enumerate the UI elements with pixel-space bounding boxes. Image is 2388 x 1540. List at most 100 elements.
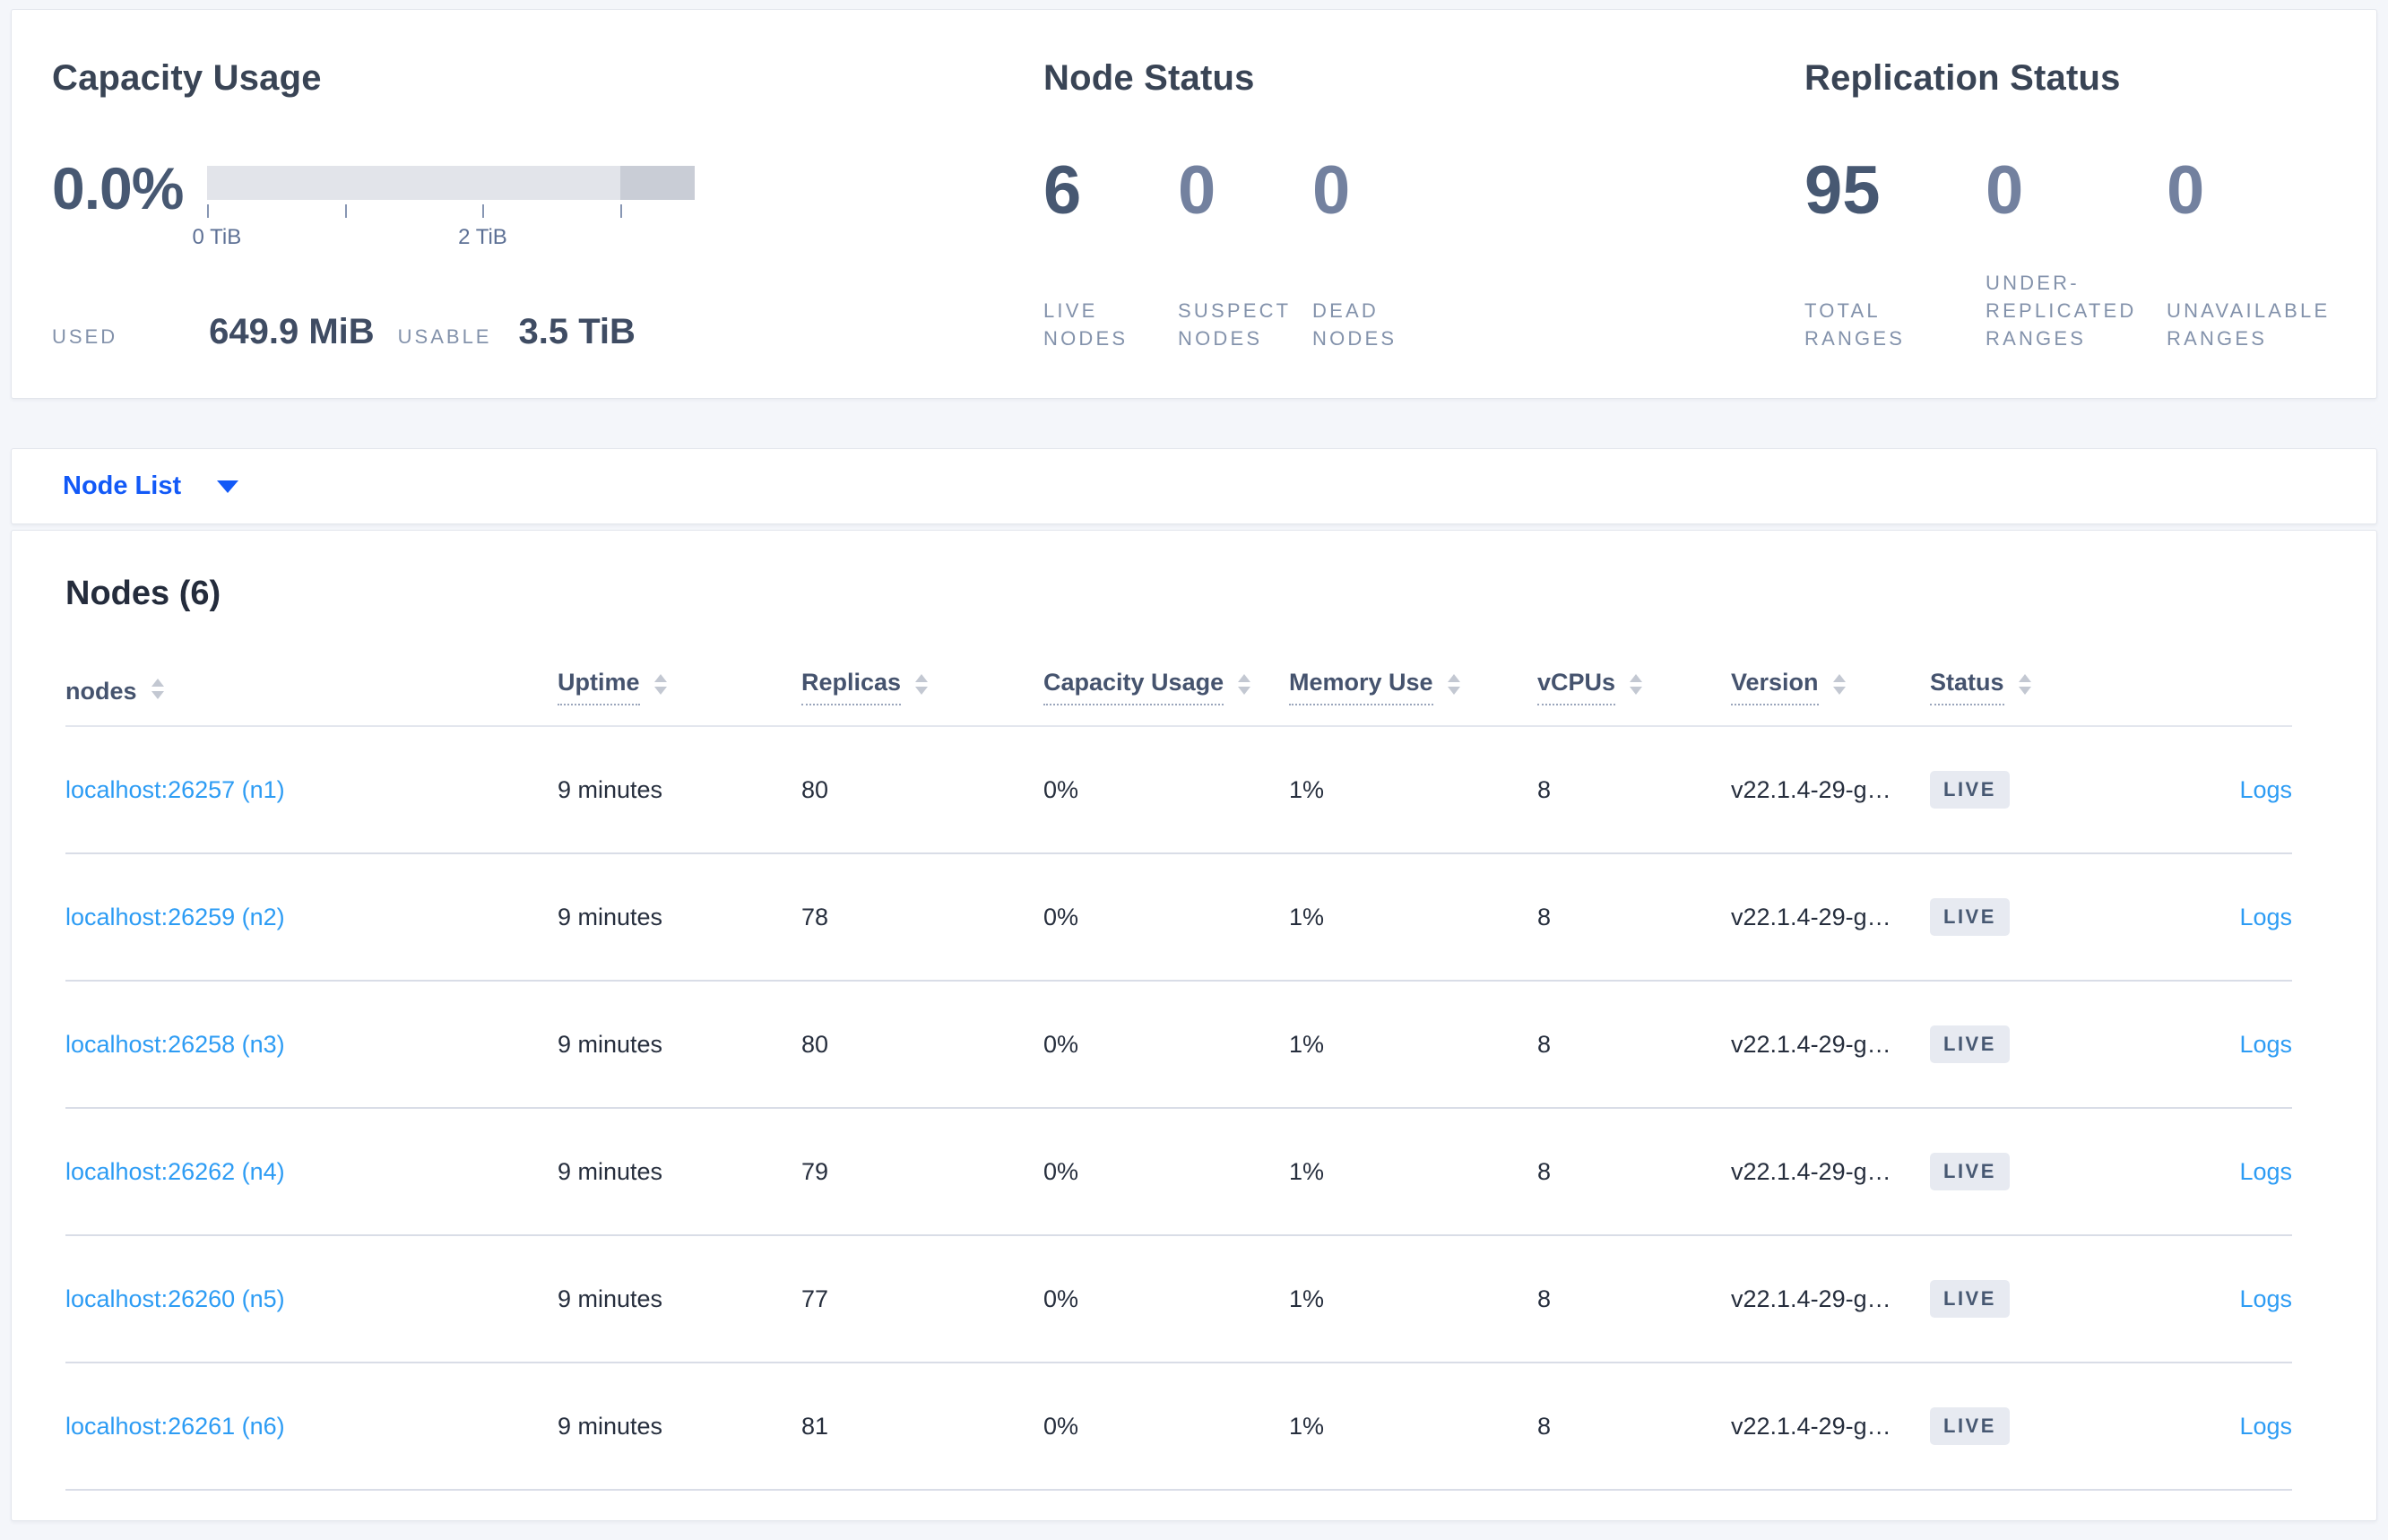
used-value: 649.9 MiB bbox=[209, 312, 375, 351]
logs-link[interactable]: Logs bbox=[2239, 776, 2292, 803]
memory-use-cell: 1% bbox=[1289, 726, 1537, 854]
logs-link[interactable]: Logs bbox=[2239, 1158, 2292, 1185]
capacity-usage-cell: 0% bbox=[1043, 726, 1289, 854]
capacity-usage-cell: 0% bbox=[1043, 1363, 1289, 1491]
used-label: USED bbox=[52, 325, 118, 348]
sort-icon[interactable] bbox=[653, 674, 667, 695]
column-header[interactable]: nodes bbox=[65, 669, 558, 727]
unavailable-ranges-stat: 0 UNAVAILABLE RANGES bbox=[2167, 157, 2348, 352]
usable-value: 3.5 TiB bbox=[518, 312, 636, 351]
node-link[interactable]: localhost:26259 (n2) bbox=[65, 904, 285, 930]
column-header[interactable]: vCPUs bbox=[1537, 669, 1731, 727]
column-header[interactable]: Version bbox=[1731, 669, 1930, 727]
status-badge: LIVE bbox=[1930, 771, 2010, 809]
column-header-label[interactable]: Memory Use bbox=[1289, 669, 1433, 705]
logs-link[interactable]: Logs bbox=[2239, 904, 2292, 930]
column-header-label[interactable]: Version bbox=[1731, 669, 1819, 705]
under-replicated-ranges-stat: 0 UNDER-REPLICATED RANGES bbox=[1986, 157, 2167, 352]
capacity-usage-cell: 0% bbox=[1043, 1235, 1289, 1363]
vcpus-cell: 8 bbox=[1537, 1235, 1731, 1363]
node-name-cell: localhost:26260 (n5) bbox=[65, 1235, 558, 1363]
sort-icon[interactable] bbox=[1630, 674, 1643, 695]
column-header-label[interactable]: Uptime bbox=[558, 669, 640, 705]
node-list-dropdown-label: Node List bbox=[63, 472, 182, 500]
node-link[interactable]: localhost:26258 (n3) bbox=[65, 1031, 285, 1058]
version-cell: v22.1.4-29-g… bbox=[1731, 1108, 1930, 1236]
sort-icon[interactable] bbox=[151, 679, 164, 699]
node-name-cell: localhost:26262 (n4) bbox=[65, 1108, 558, 1236]
column-header-label[interactable]: nodes bbox=[65, 678, 137, 705]
replication-status-section: Replication Status 95 TOTAL RANGES 0 UND… bbox=[1804, 10, 2376, 398]
capacity-usage-bar bbox=[207, 166, 695, 200]
version-cell: v22.1.4-29-g… bbox=[1731, 1363, 1930, 1491]
replication-status-title: Replication Status bbox=[1804, 58, 2121, 98]
table-row: localhost:26260 (n5) 9 minutes 77 0% 1% … bbox=[65, 1235, 2292, 1363]
column-header-label[interactable]: vCPUs bbox=[1537, 669, 1616, 705]
suspect-nodes-value: 0 bbox=[1178, 152, 1216, 229]
capacity-bar-axis: 0 TiB 2 TiB bbox=[193, 204, 695, 255]
logs-link[interactable]: Logs bbox=[2239, 1413, 2292, 1440]
capacity-usage-cell: 0% bbox=[1043, 853, 1289, 982]
status-badge: LIVE bbox=[1930, 1407, 2010, 1445]
cluster-overview-page: Capacity Usage 0.0% 0 TiB 2 TiB USED 649… bbox=[0, 9, 2388, 1521]
logs-cell: Logs bbox=[2116, 1108, 2292, 1236]
status-cell: LIVE bbox=[1930, 1108, 2116, 1236]
capacity-usage-chart: 0.0% 0 TiB 2 TiB bbox=[52, 157, 1043, 255]
node-list-dropdown[interactable]: Node List bbox=[63, 472, 239, 501]
column-header[interactable]: Capacity Usage bbox=[1043, 669, 1289, 727]
vcpus-cell: 8 bbox=[1537, 981, 1731, 1109]
column-header-label[interactable]: Replicas bbox=[801, 669, 902, 705]
node-link[interactable]: localhost:26261 (n6) bbox=[65, 1413, 285, 1440]
logs-link[interactable]: Logs bbox=[2239, 1285, 2292, 1312]
status-cell: LIVE bbox=[1930, 981, 2116, 1109]
sort-icon[interactable] bbox=[1238, 674, 1251, 695]
sort-icon[interactable] bbox=[915, 674, 929, 695]
uptime-cell: 9 minutes bbox=[558, 1363, 801, 1491]
replicas-cell: 79 bbox=[801, 1108, 1043, 1236]
version-cell: v22.1.4-29-g… bbox=[1731, 1235, 1930, 1363]
version-cell: v22.1.4-29-g… bbox=[1731, 726, 1930, 854]
column-header[interactable]: Uptime bbox=[558, 669, 801, 727]
under-replicated-ranges-label: UNDER-REPLICATED RANGES bbox=[1986, 272, 2137, 350]
capacity-usage-cell: 0% bbox=[1043, 981, 1289, 1109]
node-status-title: Node Status bbox=[1043, 58, 1255, 98]
total-ranges-stat: 95 TOTAL RANGES bbox=[1804, 157, 1986, 352]
memory-use-cell: 1% bbox=[1289, 1363, 1537, 1491]
status-badge: LIVE bbox=[1930, 1280, 2010, 1318]
sort-icon[interactable] bbox=[1832, 674, 1846, 695]
axis-tick bbox=[482, 204, 485, 218]
axis-tick-label: 0 TiB bbox=[192, 225, 242, 249]
sort-icon[interactable] bbox=[2018, 674, 2031, 695]
axis-tick bbox=[620, 204, 623, 218]
column-header-label[interactable]: Status bbox=[1930, 669, 2004, 705]
table-header-row: nodes Uptime Replicas Capacity Usage Memory … bbox=[65, 669, 2292, 727]
node-link[interactable]: localhost:26260 (n5) bbox=[65, 1285, 285, 1312]
node-link[interactable]: localhost:26257 (n1) bbox=[65, 776, 285, 803]
total-ranges-label: TOTAL RANGES bbox=[1804, 299, 1906, 350]
unavailable-ranges-label: UNAVAILABLE RANGES bbox=[2167, 299, 2331, 350]
memory-use-cell: 1% bbox=[1289, 981, 1537, 1109]
uptime-cell: 9 minutes bbox=[558, 1235, 801, 1363]
logs-cell: Logs bbox=[2116, 853, 2292, 982]
replicas-cell: 77 bbox=[801, 1235, 1043, 1363]
column-header[interactable]: Replicas bbox=[801, 669, 1043, 727]
suspect-nodes-label: SUSPECT NODES bbox=[1178, 299, 1291, 350]
unavailable-ranges-value: 0 bbox=[2167, 152, 2205, 229]
replicas-cell: 80 bbox=[801, 726, 1043, 854]
replicas-cell: 78 bbox=[801, 853, 1043, 982]
status-cell: LIVE bbox=[1930, 1235, 2116, 1363]
node-link[interactable]: localhost:26262 (n4) bbox=[65, 1158, 285, 1185]
column-header[interactable]: Status bbox=[1930, 669, 2116, 727]
caret-down-icon bbox=[217, 480, 239, 493]
vcpus-cell: 8 bbox=[1537, 726, 1731, 854]
logs-link[interactable]: Logs bbox=[2239, 1031, 2292, 1058]
table-row: localhost:26258 (n3) 9 minutes 80 0% 1% … bbox=[65, 981, 2292, 1109]
total-ranges-value: 95 bbox=[1804, 152, 1881, 229]
column-header[interactable]: Memory Use bbox=[1289, 669, 1537, 727]
sort-icon[interactable] bbox=[1447, 674, 1460, 695]
dead-nodes-label: DEAD NODES bbox=[1312, 299, 1397, 350]
column-header-label[interactable]: Capacity Usage bbox=[1043, 669, 1224, 705]
replicas-cell: 80 bbox=[801, 981, 1043, 1109]
suspect-nodes-stat: 0 SUSPECT NODES bbox=[1178, 157, 1312, 352]
capacity-usage-title: Capacity Usage bbox=[52, 58, 322, 98]
